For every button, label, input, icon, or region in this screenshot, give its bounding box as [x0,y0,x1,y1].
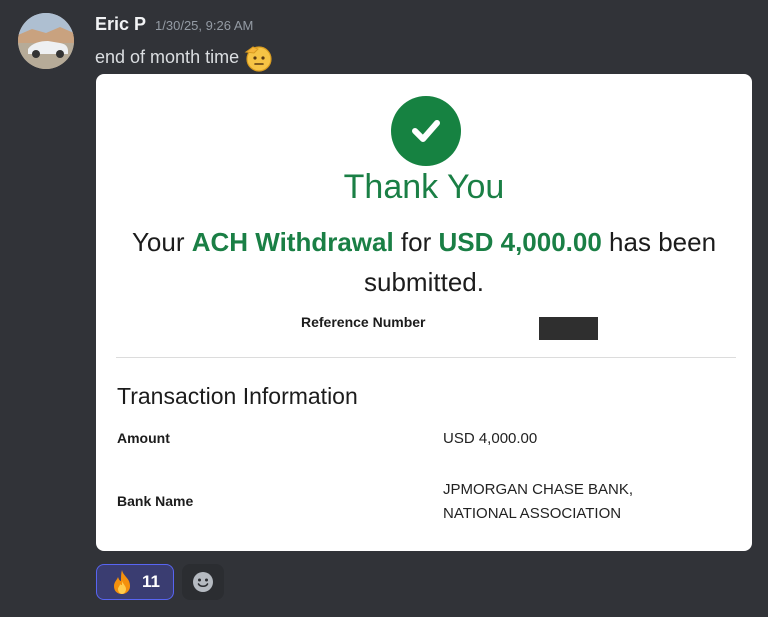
amount-value: USD 4,000.00 [443,430,538,447]
message-header: Eric P 1/30/25, 9:26 AM [95,14,253,35]
fire-reaction[interactable]: 11 [96,564,174,600]
fire-icon [114,570,130,594]
divider [116,357,736,358]
add-reaction-button[interactable] [182,564,224,600]
submitted-prefix: Your [131,227,192,257]
image-attachment[interactable]: Thank You Your ACH Withdrawal for USD 4,… [96,74,752,551]
bank-name-value: JPMORGAN CHASE BANK, NATIONAL ASSOCIATIO… [443,478,673,526]
add-reaction-icon [193,572,213,592]
withdrawal-amount: USD 4,000.00 [438,227,602,257]
amount-label: Amount [117,430,170,446]
bank-name-line2: NATIONAL ASSOCIATION [443,505,622,522]
username[interactable]: Eric P [95,14,146,35]
reference-number-label: Reference Number [301,314,426,330]
fire-reaction-count: 11 [142,572,160,591]
reference-number-redacted [539,317,598,340]
transaction-info-title: Transaction Information [117,383,358,409]
avatar[interactable] [18,13,74,69]
timestamp[interactable]: 1/30/25, 9:26 AM [155,18,253,33]
message-content: end of month time [95,43,272,72]
bank-name-label: Bank Name [117,493,194,509]
submitted-message: Your ACH Withdrawal for USD 4,000.00 has… [96,222,752,302]
withdrawal-type: ACH Withdrawal [191,227,394,257]
bank-name-line1: JPMORGAN CHASE BANK, [443,481,634,498]
saluting-face-icon[interactable] [243,43,272,72]
checkmark-icon [391,96,461,166]
submitted-mid: for [393,227,439,257]
car-avatar-image [18,13,74,69]
thank-you-heading: Thank You [343,168,505,206]
message-text: end of month time [95,46,240,67]
reactions-bar: 11 [96,564,224,600]
chat-message: Eric P 1/30/25, 9:26 AM end of month tim… [0,0,768,617]
